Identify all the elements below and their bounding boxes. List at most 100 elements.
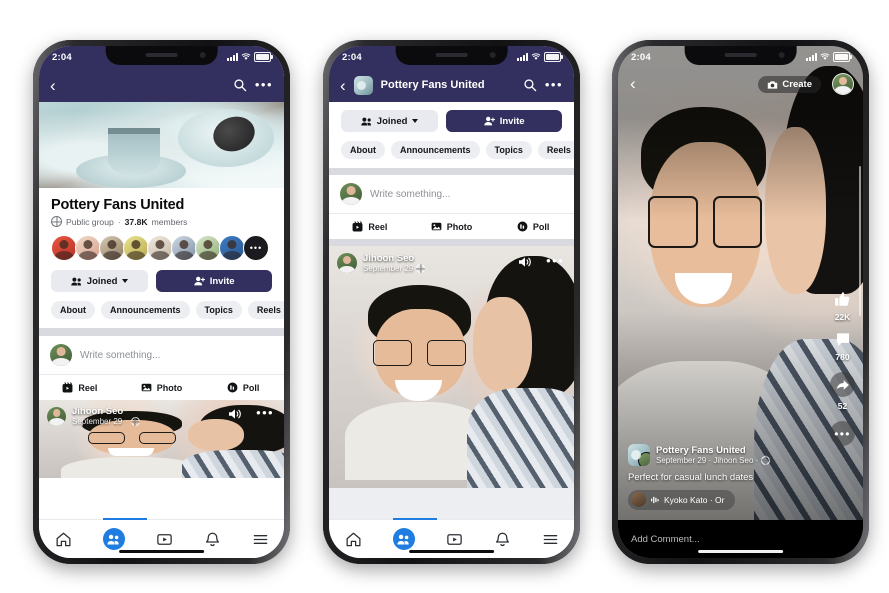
share-arrow-icon[interactable]	[830, 372, 855, 397]
create-button[interactable]: Create	[758, 76, 821, 93]
group-thumbnail[interactable]	[628, 443, 650, 466]
nav-groups[interactable]	[392, 528, 415, 550]
back-icon[interactable]: ‹	[340, 77, 346, 94]
post-menu-icon[interactable]: •••	[546, 254, 564, 267]
post-author[interactable]: Jihoon Seo	[363, 253, 425, 264]
group-tabs: About Announcements Topics Reels	[39, 292, 284, 328]
group-action-row: Joined Invite	[329, 102, 574, 132]
create-label: Create	[782, 79, 812, 90]
composer-placeholder[interactable]: Write something...	[80, 350, 160, 361]
composer-action-bar: Reel Photo Poll	[329, 213, 574, 239]
nav-title: Pottery Fans United	[380, 79, 485, 91]
avatar[interactable]	[337, 253, 357, 273]
invite-button[interactable]: Invite	[156, 270, 272, 292]
more-members-button[interactable]: •••	[243, 235, 269, 261]
member-avatar[interactable]	[75, 235, 101, 261]
section-divider	[39, 328, 284, 336]
tab-about[interactable]: About	[51, 301, 95, 319]
back-icon[interactable]: ‹	[50, 77, 56, 94]
nav-menu[interactable]	[542, 531, 559, 548]
reel-meta: September 29 · Jihoon Seo ·	[656, 455, 759, 465]
groups-icon	[107, 534, 119, 544]
globe-icon	[761, 455, 771, 465]
tab-announcements[interactable]: Announcements	[101, 301, 190, 319]
search-icon[interactable]	[233, 78, 247, 92]
audio-label: Kyoko Kato · Or	[664, 494, 725, 505]
scrollbar[interactable]	[858, 166, 861, 316]
nav-notifications[interactable]	[204, 531, 221, 548]
avatar	[50, 344, 72, 366]
back-icon[interactable]: ‹	[630, 75, 636, 92]
tab-reels[interactable]: Reels	[537, 141, 574, 159]
joined-button[interactable]: Joined	[341, 110, 439, 132]
ellipsis-icon[interactable]: •••	[545, 78, 563, 91]
group-nav-bar: ‹ •••	[39, 68, 284, 102]
composer-photo-button[interactable]: Photo	[121, 375, 203, 400]
group-tabs: About Announcements Topics Reels	[329, 132, 574, 168]
group-thumbnail[interactable]	[353, 75, 373, 95]
ellipsis-icon[interactable]: •••	[255, 78, 273, 91]
poll-icon	[517, 221, 528, 232]
member-avatar[interactable]	[51, 235, 77, 261]
post-author[interactable]: Jihoon Seo	[72, 406, 140, 417]
member-avatar[interactable]	[219, 235, 245, 261]
nav-groups[interactable]	[102, 528, 125, 550]
speaker-icon[interactable]	[228, 408, 242, 420]
avatar[interactable]	[47, 406, 66, 426]
member-avatar[interactable]	[195, 235, 221, 261]
nav-home[interactable]	[345, 531, 362, 548]
add-comment-placeholder[interactable]: Add Comment...	[631, 534, 700, 545]
nav-watch[interactable]	[156, 531, 173, 548]
nav-home[interactable]	[55, 531, 72, 548]
joined-button[interactable]: Joined	[51, 270, 149, 292]
post-composer[interactable]: Write something...	[39, 336, 284, 374]
avatar	[340, 183, 362, 205]
globe-icon	[416, 264, 426, 273]
tab-topics[interactable]: Topics	[195, 301, 242, 319]
nav-notifications[interactable]	[494, 531, 511, 548]
member-avatars[interactable]: •••	[39, 227, 284, 261]
post-menu-icon[interactable]: •••	[256, 406, 274, 419]
member-avatar[interactable]	[99, 235, 125, 261]
post-composer[interactable]: Write something...	[329, 175, 574, 213]
post-media[interactable]	[329, 246, 574, 488]
profile-avatar[interactable]	[832, 73, 854, 95]
composer-placeholder[interactable]: Write something...	[370, 189, 450, 200]
joined-label: Joined	[376, 115, 408, 127]
member-avatar[interactable]	[171, 235, 197, 261]
member-avatar[interactable]	[147, 235, 173, 261]
composer-photo-label: Photo	[156, 382, 183, 393]
thumbs-up-icon[interactable]	[834, 291, 851, 308]
composer-reel-button[interactable]: Reel	[329, 214, 411, 239]
hamburger-icon	[253, 534, 267, 544]
composer-reel-button[interactable]: Reel	[39, 375, 121, 400]
group-name: Pottery Fans United	[51, 197, 185, 213]
reel-group-name[interactable]: Pottery Fans United	[656, 445, 770, 456]
group-meta: Public group · 37.8K members	[39, 213, 284, 227]
composer-photo-button[interactable]: Photo	[411, 214, 493, 239]
nav-watch[interactable]	[446, 531, 463, 548]
composer-poll-button[interactable]: Poll	[202, 375, 284, 400]
comment-icon[interactable]	[835, 332, 851, 348]
home-indicator	[408, 549, 495, 553]
tab-about[interactable]: About	[341, 141, 385, 159]
audio-attribution[interactable]: Kyoko Kato · Or	[628, 489, 736, 510]
speaker-icon[interactable]	[518, 256, 532, 268]
video-icon	[446, 533, 462, 545]
screenshot-stage: 2:04 ‹ ••• Pottery Fans United Public gr…	[0, 0, 889, 593]
composer-poll-button[interactable]: Poll	[492, 214, 574, 239]
composer-poll-label: Poll	[242, 382, 260, 393]
tab-topics[interactable]: Topics	[485, 141, 532, 159]
group-member-count: 37.8K	[124, 216, 148, 227]
invite-button[interactable]: Invite	[446, 110, 562, 132]
search-icon[interactable]	[523, 78, 537, 92]
tab-reels[interactable]: Reels	[247, 301, 284, 319]
share-count: 52	[837, 401, 848, 411]
ellipsis-icon[interactable]: •••	[830, 421, 855, 446]
feed-post[interactable]: Jihoon Seo September 29 · •••	[39, 400, 284, 478]
nav-menu[interactable]	[252, 531, 269, 548]
feed-post[interactable]: Jihoon Seo September 29 •••	[329, 246, 574, 488]
member-avatar[interactable]	[123, 235, 149, 261]
hamburger-icon	[543, 534, 557, 544]
tab-announcements[interactable]: Announcements	[391, 141, 480, 159]
